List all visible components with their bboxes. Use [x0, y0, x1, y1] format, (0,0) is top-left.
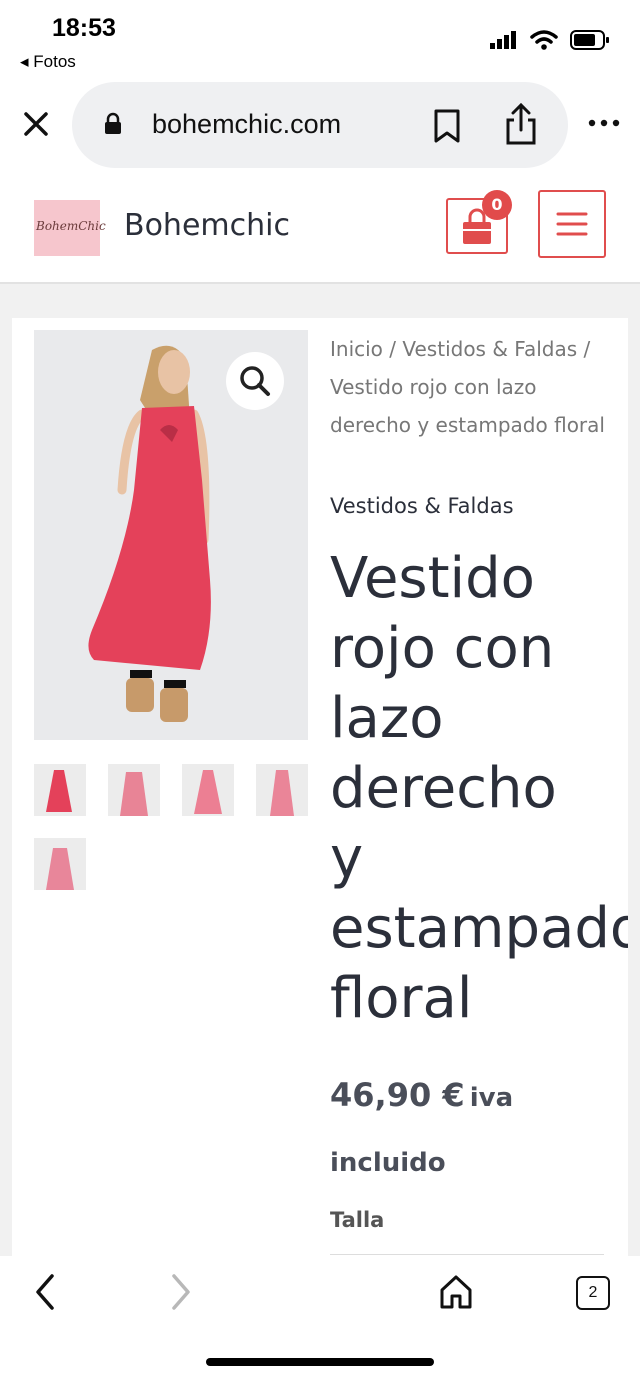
dress-thumbnail-image — [182, 764, 234, 816]
site-header: BohemChic Bohemchic 0 — [0, 176, 640, 284]
status-icons — [490, 30, 610, 50]
thumbnail-2[interactable] — [108, 764, 160, 816]
thumbnail-5[interactable] — [34, 838, 86, 890]
site-name[interactable]: Bohemchic — [124, 208, 290, 243]
price-suffix-continued: incluido — [330, 1148, 446, 1178]
bookmark-icon[interactable] — [432, 108, 462, 144]
status-time: 18:53 — [52, 14, 116, 42]
status-bar: 18:53 ◂ Fotos — [0, 0, 640, 78]
home-indicator — [206, 1358, 434, 1366]
chevron-left-icon[interactable] — [30, 1270, 60, 1314]
logo-text: BohemChic — [36, 219, 106, 233]
product-title: Vestido rojo con lazo derecho y estampad… — [330, 546, 628, 1031]
thumbnail-3[interactable] — [182, 764, 234, 816]
dress-thumbnail-image — [256, 764, 308, 816]
battery-icon — [570, 30, 609, 50]
price-block: 46,90 € iva — [330, 1076, 628, 1114]
more-icon[interactable] — [588, 118, 620, 128]
product-category-link[interactable]: Vestidos & Faldas — [330, 494, 514, 518]
signal-icon — [490, 31, 516, 49]
close-icon[interactable] — [18, 106, 54, 142]
size-label: Talla — [330, 1208, 385, 1232]
home-icon[interactable] — [436, 1272, 476, 1312]
cart-count-badge: 0 — [482, 190, 512, 220]
browser-bottom-toolbar: 2 — [0, 1256, 640, 1384]
site-logo[interactable]: BohemChic — [34, 200, 106, 256]
dress-thumbnail-image — [34, 838, 86, 890]
back-to-fotos-link[interactable]: ◂ Fotos — [20, 52, 76, 72]
zoom-button[interactable] — [226, 352, 284, 410]
breadcrumb[interactable]: Inicio / Vestidos & Faldas / Vestido roj… — [330, 330, 612, 444]
dress-thumbnail-image — [108, 764, 160, 816]
browser-toolbar: bohemchic.com — [0, 78, 640, 176]
size-select-divider — [330, 1254, 604, 1255]
zoom-icon — [240, 366, 270, 396]
chevron-right-icon[interactable] — [166, 1270, 196, 1314]
address-bar[interactable]: bohemchic.com — [72, 82, 568, 168]
lock-icon — [105, 112, 121, 134]
menu-icon — [556, 212, 588, 236]
url-text[interactable]: bohemchic.com — [152, 109, 341, 140]
product-main-image[interactable] — [34, 330, 308, 740]
tabs-button[interactable]: 2 — [576, 1276, 610, 1310]
menu-button[interactable] — [538, 190, 606, 258]
thumbnail-1[interactable] — [34, 764, 86, 816]
product-card: Inicio / Vestidos & Faldas / Vestido roj… — [12, 318, 628, 1260]
dress-thumbnail-image — [34, 764, 86, 816]
share-icon[interactable] — [504, 102, 538, 146]
wifi-icon — [530, 30, 558, 50]
price-suffix: iva — [469, 1083, 514, 1113]
product-price: 46,90 € — [330, 1076, 465, 1114]
thumbnail-4[interactable] — [256, 764, 308, 816]
